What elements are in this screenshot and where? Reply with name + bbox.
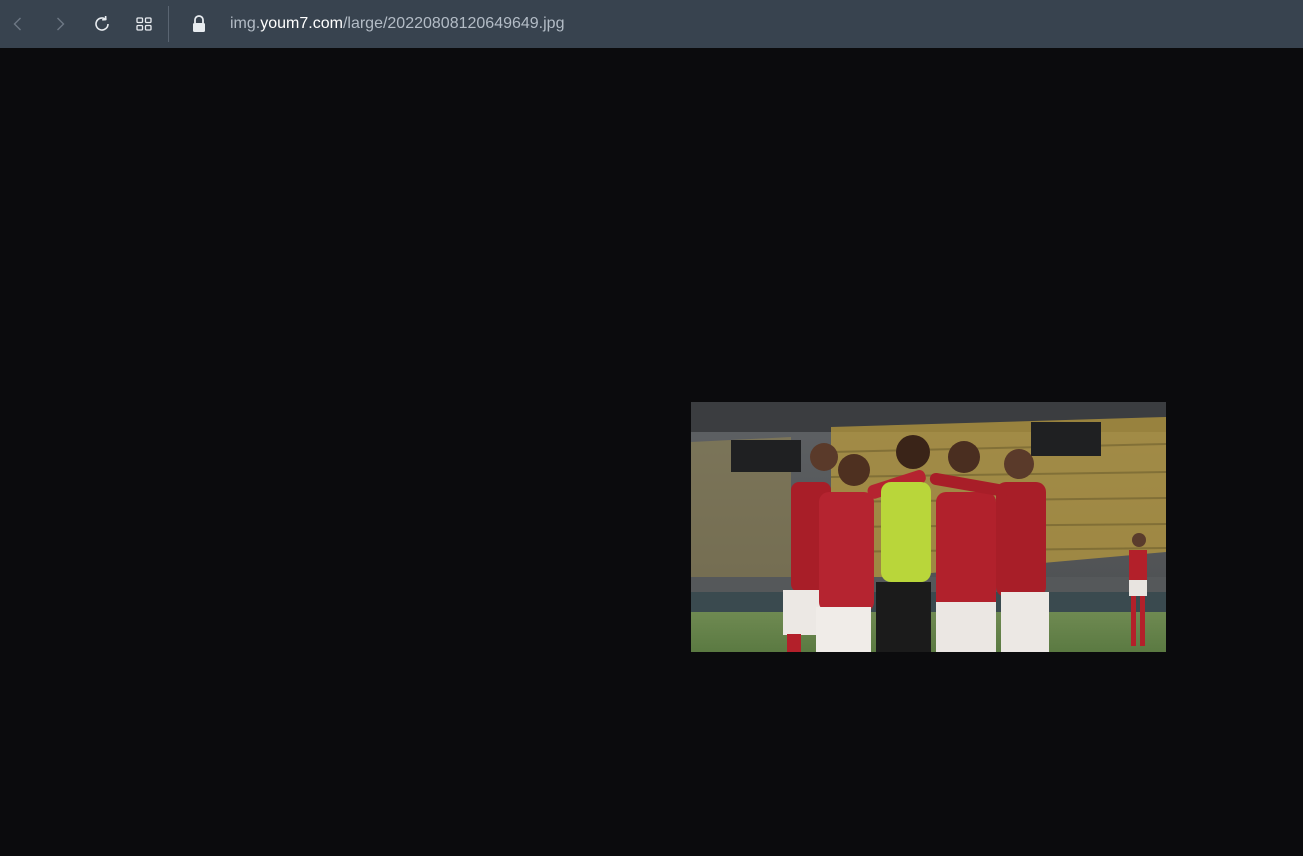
toolbar-divider — [168, 6, 169, 42]
browser-toolbar: img.youm7.com/large/20220808120649649.jp… — [0, 0, 1303, 48]
url-host: youm7.com — [260, 15, 343, 32]
chevron-right-icon — [57, 17, 65, 31]
address-bar[interactable]: img.youm7.com/large/20220808120649649.jp… — [230, 14, 564, 34]
grid-icon — [136, 17, 152, 31]
reload-button[interactable] — [86, 8, 118, 40]
chevron-left-icon — [13, 17, 21, 31]
football-celebration-image — [691, 402, 1166, 652]
back-button[interactable] — [2, 8, 34, 40]
url-prefix: img. — [230, 15, 261, 32]
lock-icon — [193, 15, 205, 32]
image-viewport — [0, 48, 1303, 856]
url-path: /large/20220808120649649.jpg — [342, 15, 565, 32]
tab-grid-button[interactable] — [128, 8, 160, 40]
displayed-photo[interactable] — [691, 402, 1166, 652]
reload-icon — [95, 15, 109, 31]
forward-button[interactable] — [44, 8, 76, 40]
